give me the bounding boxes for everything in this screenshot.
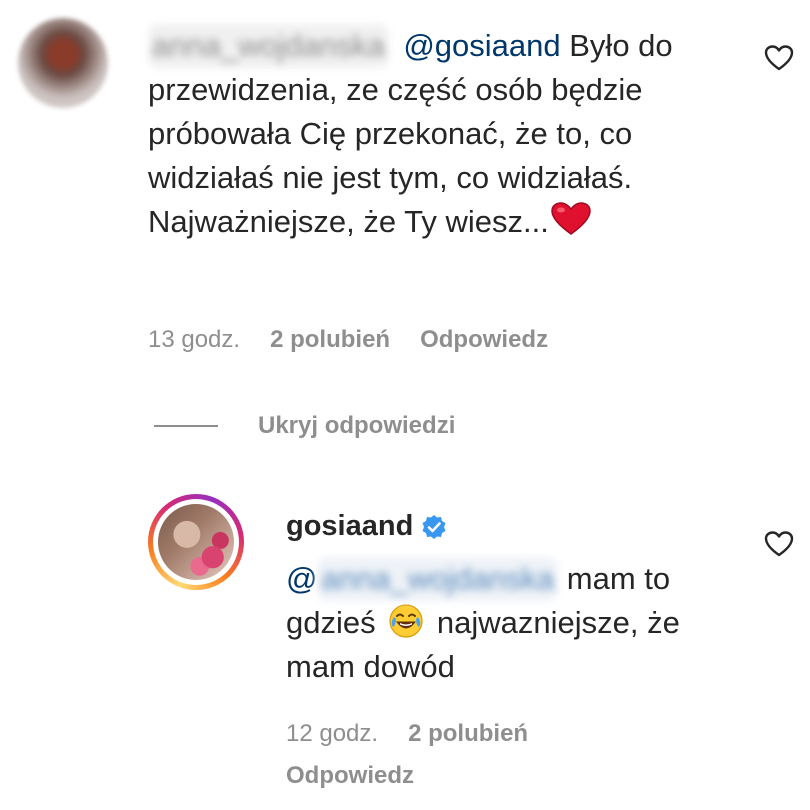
comment-like-heart-icon[interactable]	[764, 44, 794, 72]
reply-meta: 12 godz. 2 polubień	[286, 720, 528, 748]
hide-replies-button[interactable]: Ukryj odpowiedzi	[154, 412, 455, 440]
reply-like-heart-icon[interactable]	[764, 530, 794, 558]
reply-likes[interactable]: 2 polubień	[408, 720, 528, 748]
comment-likes[interactable]: 2 polubień	[270, 326, 390, 354]
avatar-photo	[158, 504, 234, 580]
verified-badge-icon	[422, 514, 446, 539]
comment-mention[interactable]: @gosiaand	[403, 28, 560, 63]
red-heart-icon	[551, 202, 591, 235]
reply-time[interactable]: 12 godz.	[286, 720, 378, 748]
reply-username[interactable]: gosiaand	[286, 510, 413, 543]
commenter-avatar[interactable]	[18, 18, 108, 108]
reply-mention-at[interactable]: @	[286, 561, 317, 596]
comment-text: anna_wojdanska @gosiaand Było do przewid…	[148, 24, 728, 244]
reply-avatar[interactable]	[148, 494, 244, 590]
comment-time[interactable]: 13 godz.	[148, 326, 240, 354]
avatar-ring-inner	[153, 499, 239, 585]
comment-reply-button[interactable]: Odpowiedz	[420, 326, 548, 354]
reply-mention[interactable]: anna_wojdanska	[317, 557, 559, 601]
reply-text: @ anna_wojdanska mam to gdzieś najwazniej…	[286, 557, 736, 689]
comment-username[interactable]: anna_wojdanska	[148, 24, 389, 68]
comment-meta: 13 godz. 2 polubień Odpowiedz	[148, 326, 548, 354]
reply-username-row: gosiaand	[286, 510, 447, 543]
divider-line	[154, 425, 218, 427]
laughing-tears-emoji-icon	[389, 604, 423, 638]
reply-reply-button[interactable]: Odpowiedz	[286, 762, 414, 790]
hide-replies-label[interactable]: Ukryj odpowiedzi	[258, 412, 455, 440]
